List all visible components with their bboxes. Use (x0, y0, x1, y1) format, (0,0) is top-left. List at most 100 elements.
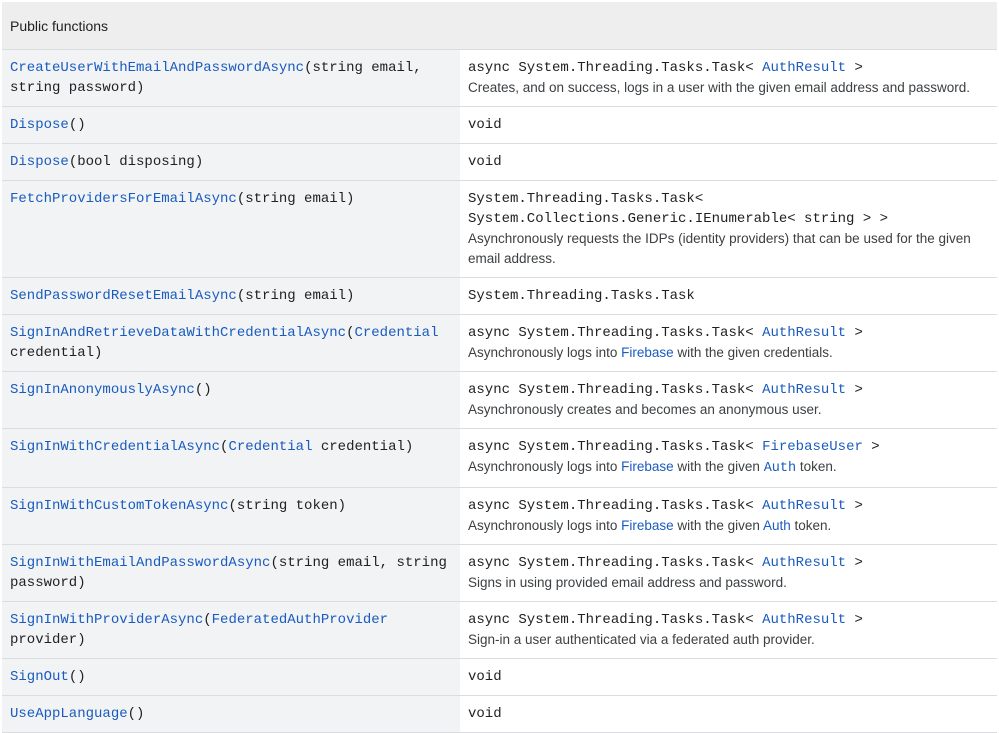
function-description: Asynchronously requests the IDPs (identi… (468, 231, 971, 266)
return-cell: void (460, 695, 997, 733)
function-params: (string token) (228, 498, 347, 514)
return-type: async System.Threading.Tasks.Task< (468, 325, 763, 341)
firebase-link[interactable]: Firebase (621, 345, 674, 360)
function-description: Asynchronously creates and becomes an an… (468, 402, 822, 417)
table-row: CreateUserWithEmailAndPasswordAsync(stri… (2, 49, 997, 107)
return-type-suffix: > (862, 439, 880, 455)
return-cell: async System.Threading.Tasks.Task< AuthR… (460, 544, 997, 602)
function-params: () (194, 382, 212, 398)
public-functions-table: Public functions CreateUserWithEmailAndP… (2, 2, 997, 733)
function-params-open: ( (203, 612, 212, 628)
return-cell: async System.Threading.Tasks.Task< Fireb… (460, 428, 997, 488)
table-row: SignInAnonymouslyAsync() async System.Th… (2, 371, 997, 429)
return-type: void (468, 706, 502, 722)
table-row: SignInAndRetrieveDataWithCredentialAsync… (2, 314, 997, 372)
return-type: async System.Threading.Tasks.Task< (468, 439, 763, 455)
auth-link[interactable]: Auth (764, 461, 796, 476)
param-type-link[interactable]: Credential (228, 439, 312, 455)
return-type-suffix: > (846, 612, 863, 628)
return-type: System.Threading.Tasks.Task (468, 288, 695, 304)
return-type: void (468, 154, 502, 170)
return-type: void (468, 117, 502, 133)
description-text: with the given (673, 518, 763, 533)
function-link[interactable]: CreateUserWithEmailAndPasswordAsync (10, 60, 304, 76)
function-link[interactable]: SignInAndRetrieveDataWithCredentialAsync (10, 325, 346, 341)
description-text: token. (796, 459, 837, 474)
function-signature: FetchProvidersForEmailAsync(string email… (2, 180, 460, 278)
table-row: UseAppLanguage() void (2, 695, 997, 733)
function-params: () (68, 669, 86, 685)
return-type: async System.Threading.Tasks.Task< (468, 60, 763, 76)
return-cell: async System.Threading.Tasks.Task< AuthR… (460, 49, 997, 107)
description-text: Asynchronously logs into (468, 518, 622, 533)
return-type-suffix: > (846, 555, 863, 571)
firebase-link[interactable]: Firebase (621, 459, 674, 474)
function-link[interactable]: UseAppLanguage (10, 706, 128, 722)
return-cell: async System.Threading.Tasks.Task< AuthR… (460, 314, 997, 372)
return-type-link[interactable]: AuthResult (762, 498, 846, 514)
function-signature: SignInWithCredentialAsync(Credential cre… (2, 428, 460, 488)
return-type: async System.Threading.Tasks.Task< (468, 382, 763, 398)
return-type-link[interactable]: FirebaseUser (762, 439, 863, 455)
return-cell: async System.Threading.Tasks.Task< AuthR… (460, 371, 997, 429)
function-link[interactable]: FetchProvidersForEmailAsync (10, 191, 237, 207)
return-type-link[interactable]: AuthResult (762, 60, 846, 76)
function-params: () (127, 706, 145, 722)
function-signature: SignInAndRetrieveDataWithCredentialAsync… (2, 314, 460, 372)
return-cell: void (460, 658, 997, 696)
function-params: (bool disposing) (68, 154, 204, 170)
table-row: SignInWithCustomTokenAsync(string token)… (2, 487, 997, 545)
return-cell: void (460, 106, 997, 144)
function-link[interactable]: SignInWithProviderAsync (10, 612, 203, 628)
table-row: FetchProvidersForEmailAsync(string email… (2, 180, 997, 278)
function-link[interactable]: SignInWithEmailAndPasswordAsync (10, 555, 270, 571)
function-description: Asynchronously logs into Firebase with t… (468, 516, 989, 536)
return-type-suffix: > (846, 382, 863, 398)
auth-link[interactable]: Auth (763, 518, 791, 533)
function-link[interactable]: Dispose (10, 117, 69, 133)
return-type: async System.Threading.Tasks.Task< (468, 498, 763, 514)
function-params-close: credential) (10, 345, 103, 361)
param-type-link[interactable]: FederatedAuthProvider (212, 612, 388, 628)
return-cell: async System.Threading.Tasks.Task< AuthR… (460, 487, 997, 545)
table-row: Dispose() void (2, 106, 997, 144)
function-link[interactable]: Dispose (10, 154, 69, 170)
function-link[interactable]: SignInWithCredentialAsync (10, 439, 220, 455)
param-type-link[interactable]: Credential (354, 325, 438, 341)
description-text: token. (790, 518, 832, 533)
function-link[interactable]: SendPasswordResetEmailAsync (10, 288, 237, 304)
return-type: void (468, 669, 502, 685)
return-cell: void (460, 143, 997, 181)
function-description: Creates, and on success, logs in a user … (468, 80, 971, 95)
function-params-close: credential) (312, 439, 414, 455)
function-signature: SignInWithEmailAndPasswordAsync(string e… (2, 544, 460, 602)
return-type-link[interactable]: AuthResult (762, 325, 846, 341)
return-type-link[interactable]: AuthResult (762, 612, 846, 628)
function-signature: SendPasswordResetEmailAsync(string email… (2, 277, 460, 315)
return-type-suffix: > (846, 60, 863, 76)
return-cell: System.Threading.Tasks.Task (460, 277, 997, 315)
function-link[interactable]: SignOut (10, 669, 69, 685)
table-row: Dispose(bool disposing) void (2, 143, 997, 181)
description-text: with the given (673, 459, 764, 474)
function-signature: Dispose() (2, 106, 460, 144)
function-description: Sign-in a user authenticated via a feder… (468, 632, 815, 647)
function-signature: UseAppLanguage() (2, 695, 460, 733)
function-params-close: provider) (10, 632, 86, 648)
firebase-link[interactable]: Firebase (621, 518, 674, 533)
return-cell: async System.Threading.Tasks.Task< AuthR… (460, 601, 997, 659)
return-type: async System.Threading.Tasks.Task< (468, 555, 763, 571)
function-params: (string email) (236, 191, 355, 207)
function-params: () (68, 117, 86, 133)
function-signature: SignInWithProviderAsync(FederatedAuthPro… (2, 601, 460, 659)
function-signature: SignInAnonymouslyAsync() (2, 371, 460, 429)
return-type-continued: System.Collections.Generic.IEnumerable< … (468, 211, 889, 227)
function-link[interactable]: SignInWithCustomTokenAsync (10, 498, 228, 514)
function-link[interactable]: SignInAnonymouslyAsync (10, 382, 195, 398)
table-header: Public functions (2, 2, 997, 50)
return-type-link[interactable]: AuthResult (762, 382, 846, 398)
description-text: with the given credentials. (673, 345, 833, 360)
return-type-link[interactable]: AuthResult (762, 555, 846, 571)
function-params: (string email) (236, 288, 355, 304)
return-cell: System.Threading.Tasks.Task< System.Colle… (460, 180, 997, 278)
